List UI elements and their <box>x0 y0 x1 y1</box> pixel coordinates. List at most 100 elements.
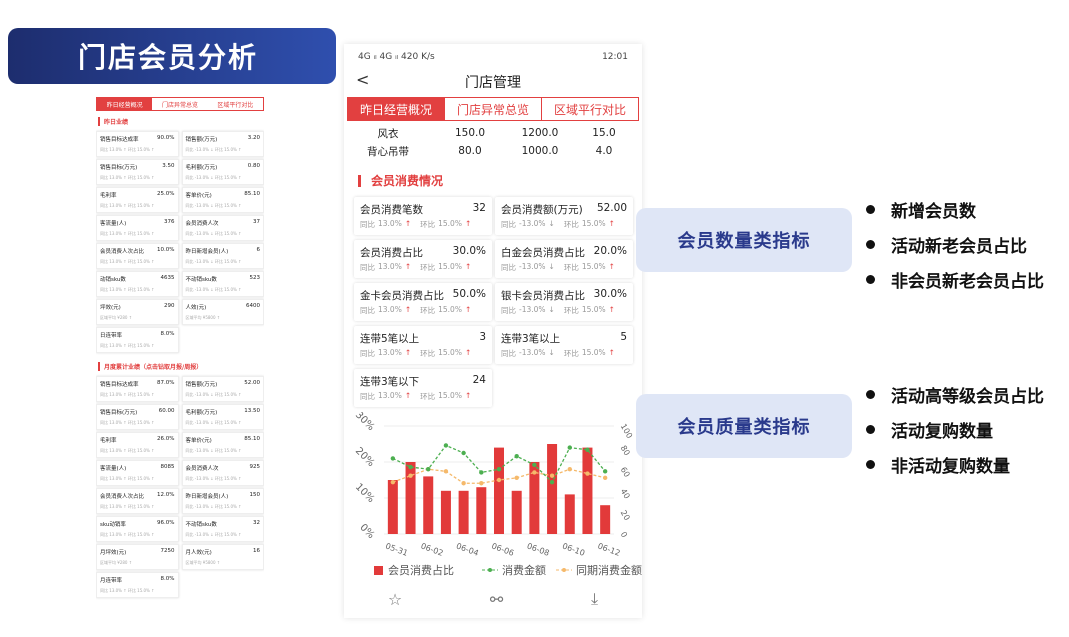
thumbnail-tab[interactable]: 区域平行对比 <box>208 98 263 110</box>
thumbnail-card-row: 销售额(万元) 52.00 <box>186 380 261 388</box>
row-value: 1200.0 <box>521 127 559 139</box>
thumbnail-card[interactable]: 月连带率 8.0% 同比 13.0% ↑ 环比 15.0% ↑ <box>96 572 179 598</box>
thumbnail-card[interactable]: 客单价(元) 85.10 同比 -13.0% ↓ 环比 15.0% ↑ <box>181 187 264 213</box>
mom-value: 15.0% <box>438 262 462 271</box>
legend-swatch <box>488 568 492 572</box>
metric-card[interactable]: 连带3笔以下 24 同比 13.0% ↑ 环比 15.0% ↑ <box>354 369 492 407</box>
share-icon[interactable]: ⚯ <box>490 590 503 609</box>
thumbnail-card[interactable]: 会员消费人次 925 同比 -13.0% ↓ 环比 15.0% ↑ <box>181 460 264 486</box>
thumbnail-card-row: 毛利率 25.0% <box>100 191 175 199</box>
mom-label: 环比 <box>420 392 436 401</box>
thumbnail-card[interactable]: sku动销率 96.0% 同比 13.0% ↑ 环比 15.0% ↑ <box>96 516 179 542</box>
thumbnail-section-title: 昨日业绩 <box>98 117 264 126</box>
download-icon[interactable]: ⤓ <box>591 589 598 609</box>
x-tick-label: 06-08 <box>526 541 551 557</box>
metric-card-compare: 同比 -13.0% ↓ 环比 15.0% ↑ <box>501 219 627 230</box>
thumbnail-card[interactable]: 月坪效(元) 7250 区域平均 ¥280 ↑ <box>96 544 179 570</box>
thumbnail-card[interactable]: 会员消费人次占比 12.0% 同比 13.0% ↑ 环比 15.0% ↑ <box>96 488 179 514</box>
thumbnail-tab[interactable]: 门店异常总览 <box>152 98 207 110</box>
series-point <box>496 477 502 483</box>
yoy-value: 13.0% <box>378 348 402 357</box>
series-point <box>532 470 537 475</box>
star-icon[interactable]: ☆ <box>388 590 402 609</box>
mom-label: 环比 <box>420 306 436 315</box>
thumbnail-card[interactable]: 不动销sku数 32 同比 -13.0% ↓ 环比 15.0% ↑ <box>181 516 264 542</box>
thumbnail-card[interactable]: 昨日新增会员(人) 6 同比 -13.0% ↓ 环比 15.0% ↑ <box>181 243 264 269</box>
mom-label: 环比 <box>563 263 579 272</box>
thumbnail-card[interactable]: 销售目标达成率 87.0% 同比 13.0% ↑ 环比 15.0% ↑ <box>96 376 179 402</box>
thumbnail-card[interactable]: 不动销sku数 523 同比 -13.0% ↓ 环比 15.0% ↑ <box>181 271 264 297</box>
yoy-value: -13.0% <box>519 262 546 271</box>
thumbnail-card[interactable]: 毛利率 25.0% 同比 13.0% ↑ 环比 15.0% ↑ <box>96 187 179 213</box>
thumbnail-card[interactable]: 会员消费人次占比 10.0% 同比 13.0% ↑ 环比 15.0% ↑ <box>96 243 179 269</box>
tab-region-compare[interactable]: 区域平行对比 <box>541 98 638 120</box>
thumbnail-tab[interactable]: 昨日经营概况 <box>97 98 153 110</box>
thumbnail-card-sub: 同比 -13.0% ↓ 环比 15.0% ↑ <box>185 476 242 481</box>
metric-card[interactable]: 连带3笔以上 5 同比 -13.0% ↓ 环比 15.0% ↑ <box>495 326 633 364</box>
metric-card[interactable]: 金卡会员消费占比 50.0% 同比 13.0% ↑ 环比 15.0% ↑ <box>354 283 492 321</box>
thumbnail-card-row: 不动销sku数 32 <box>186 520 261 528</box>
quality-metric-list: 活动高等级会员占比 活动复购数量 非活动复购数量 <box>866 377 1044 482</box>
metric-card[interactable]: 会员消费占比 30.0% 同比 13.0% ↑ 环比 15.0% ↑ <box>354 240 492 278</box>
metric-card[interactable]: 会员消费额(万元) 52.00 同比 -13.0% ↓ 环比 15.0% ↑ <box>495 197 633 235</box>
thumbnail-card-label: 不动销sku数 <box>185 277 217 283</box>
row-name: 背心吊带 <box>367 145 409 158</box>
thumbnail-card[interactable]: 昨日新增会员(人) 150 同比 -13.0% ↓ 环比 15.0% ↑ <box>181 488 264 514</box>
thumbnail-card-sub: 同比 13.0% ↑ 环比 15.0% ↑ <box>100 343 155 348</box>
series-point <box>549 479 555 485</box>
thumbnail-card[interactable]: 毛利额(万元) 13.50 同比 -13.0% ↓ 环比 15.0% ↑ <box>181 404 264 430</box>
thumbnail-card[interactable]: 销售额(万元) 52.00 同比 -13.0% ↓ 环比 15.0% ↑ <box>181 376 264 402</box>
thumbnail-card-row: 销售目标(万元) 3.50 <box>100 163 175 171</box>
thumbnail-card-sub: 同比 13.0% ↑ 环比 15.0% ↑ <box>100 175 155 180</box>
thumbnail-card-value: 12.0% <box>157 492 175 498</box>
thumbnail-card[interactable]: 坪效(元) 290 区域平均 ¥280 ↑ <box>96 299 179 325</box>
table-row: 背心吊带 80.0 1000.0 4.0 <box>344 142 642 160</box>
metric-card[interactable]: 银卡会员消费占比 30.0% 同比 -13.0% ↓ 环比 15.0% ↑ <box>495 283 633 321</box>
status-left: 4G ᵢₗ 4G ᵢₗ 420 K/s <box>358 52 435 62</box>
thumbnail-card-sub: 区域平均 ¥280 ↑ <box>100 560 133 565</box>
thumbnail-card[interactable]: 毛利额(万元) 0.80 同比 -13.0% ↓ 环比 15.0% ↑ <box>181 159 264 185</box>
section-marker <box>358 174 361 187</box>
thumbnail-card[interactable]: 销售目标达成率 90.0% 同比 13.0% ↑ 环比 15.0% ↑ <box>96 131 179 157</box>
thumbnail-card[interactable]: 人效(元) 6400 区域平均 ¥5800 ↑ <box>181 299 264 325</box>
thumbnail-section-title[interactable]: 月度累计业绩（点击钻取月报/周报） <box>98 362 264 371</box>
row-name: 风衣 <box>377 127 399 140</box>
thumbnail-card[interactable]: 月人效(元) 16 区域平均 ¥5800 ↑ <box>181 544 264 570</box>
bar <box>423 476 434 534</box>
y2-tick-label: 80 <box>619 444 632 457</box>
thumbnail-card-sub: 同比 -13.0% ↓ 环比 15.0% ↑ <box>185 231 242 236</box>
thumbnail-card-label: 销售目标(万元) <box>100 165 138 171</box>
thumbnail-card[interactable]: 毛利率 26.0% 同比 13.0% ↑ 环比 15.0% ↑ <box>96 432 179 458</box>
thumbnail-card[interactable]: 客流量(人) 376 同比 13.0% ↑ 环比 15.0% ↑ <box>96 215 179 241</box>
metric-card-header: 白金会员消费占比 20.0% <box>501 245 627 260</box>
series-point <box>514 475 519 481</box>
row-value: 80.0 <box>458 145 482 157</box>
thumbnail-card[interactable]: 销售目标(万元) 3.50 同比 13.0% ↑ 环比 15.0% ↑ <box>96 159 179 185</box>
thumbnail-card[interactable]: 动销sku数 4635 同比 13.0% ↑ 环比 15.0% ↑ <box>96 271 179 297</box>
y2-tick-label: 100 <box>619 422 634 440</box>
thumbnail-card-row: 客单价(元) 85.10 <box>186 436 261 444</box>
thumbnail-card[interactable]: 销售目标(万元) 60.00 同比 13.0% ↑ 环比 15.0% ↑ <box>96 404 179 430</box>
thumbnail-card[interactable]: 日连带率 8.0% 同比 13.0% ↑ 环比 15.0% ↑ <box>96 327 179 353</box>
thumbnail-card[interactable]: 销售额(万元) 3.20 同比 -13.0% ↓ 环比 15.0% ↑ <box>181 131 264 157</box>
thumbnail-card-label: 日连带率 <box>100 333 123 339</box>
thumbnail-card-label: 人效(元) <box>185 305 207 311</box>
list-item: 活动新老会员占比 <box>866 227 1044 262</box>
row-value: 4.0 <box>595 145 613 157</box>
metric-card-compare: 同比 13.0% ↑ 环比 15.0% ↑ <box>360 305 486 316</box>
thumbnail-card[interactable]: 客流量(人) 8085 同比 13.0% ↑ 环比 15.0% ↑ <box>96 460 179 486</box>
trend-icon: ↑ <box>404 219 412 228</box>
metric-card-header: 会员消费笔数 32 <box>360 202 486 217</box>
thumbnail-card-value: 290 <box>164 303 175 309</box>
metric-value: 30.0% <box>593 288 627 300</box>
tab-store-anomaly[interactable]: 门店异常总览 <box>444 98 541 120</box>
tab-daily-overview[interactable]: 昨日经营概况 <box>348 98 444 120</box>
series-point <box>408 473 413 478</box>
metric-card[interactable]: 白金会员消费占比 20.0% 同比 -13.0% ↓ 环比 15.0% ↑ <box>495 240 633 278</box>
thumbnail-card[interactable]: 会员消费人次 37 同比 -13.0% ↓ 环比 15.0% ↑ <box>181 215 264 241</box>
x-tick-label: 06-02 <box>420 541 445 557</box>
metric-card[interactable]: 会员消费笔数 32 同比 13.0% ↑ 环比 15.0% ↑ <box>354 197 492 235</box>
thumbnail-card[interactable]: 客单价(元) 85.10 同比 -13.0% ↓ 环比 15.0% ↑ <box>181 432 264 458</box>
metric-card[interactable]: 连带5笔以上 3 同比 13.0% ↑ 环比 15.0% ↑ <box>354 326 492 364</box>
back-icon[interactable]: < <box>356 70 369 89</box>
